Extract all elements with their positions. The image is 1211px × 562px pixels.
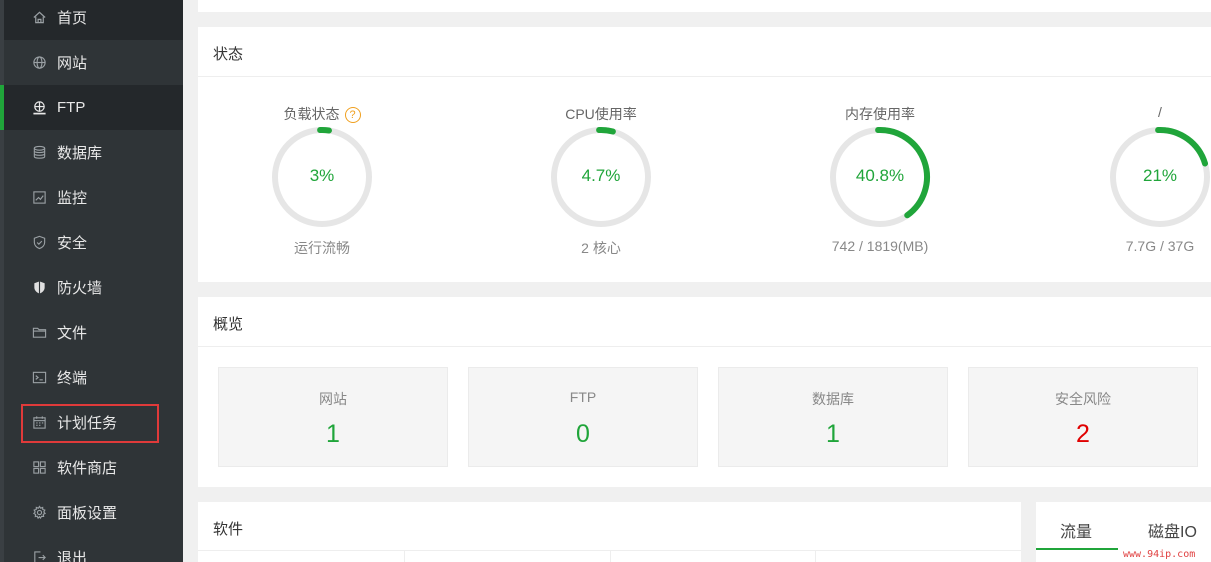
overview-card-website[interactable]: 网站 1	[218, 367, 448, 467]
sidebar-item-label: 监控	[57, 190, 88, 207]
overview-card-label: FTP	[569, 389, 597, 405]
overview-card-security-risk[interactable]: 安全风险 2	[968, 367, 1198, 467]
sidebar-item-label: FTP	[57, 99, 86, 116]
gauge-arc	[1155, 127, 1209, 167]
sidebar-item-label: 面板设置	[57, 505, 118, 522]
sidebar-item-label: 退出	[57, 550, 88, 562]
firewall-icon	[31, 280, 47, 296]
sidebar-item-label: 网站	[57, 55, 88, 72]
database-icon	[31, 145, 47, 161]
gauge-sub: 2 核心	[581, 240, 621, 256]
gauge-sub: 运行流畅	[294, 240, 350, 256]
overview-card-database[interactable]: 数据库 1	[718, 367, 948, 467]
gauge-arc	[596, 127, 616, 135]
sidebar-item-label: 数据库	[57, 145, 103, 162]
gauge-value: 21%	[1142, 166, 1178, 185]
overview-card-label: 安全风险	[1055, 391, 1111, 407]
gauge-value: 3%	[309, 166, 335, 185]
gauge-arc	[317, 127, 332, 134]
sidebar-item-label: 防火墙	[57, 280, 103, 297]
software-column-separator	[404, 550, 405, 562]
sidebar-item-app-store[interactable]: 软件商店	[4, 445, 183, 490]
help-icon[interactable]: ?	[344, 107, 361, 123]
sidebar-item-label: 终端	[57, 370, 88, 387]
overview-card-ftp[interactable]: FTP 0	[468, 367, 698, 467]
status-title: 状态	[213, 46, 244, 63]
logout-icon	[31, 550, 47, 562]
overview-divider	[198, 346, 1211, 347]
sidebar-item-label: 软件商店	[57, 460, 118, 477]
software-column-separator	[610, 550, 611, 562]
shield-icon	[31, 235, 47, 251]
sidebar-item-terminal[interactable]: 终端	[4, 355, 183, 400]
sidebar-item-label: 首页	[57, 10, 88, 27]
sidebar-item-website[interactable]: 网站	[4, 40, 183, 85]
overview-card-label: 数据库	[812, 391, 854, 407]
folder-icon	[31, 325, 47, 341]
sidebar-item-logout[interactable]: 退出	[4, 535, 183, 562]
overview-title: 概览	[213, 316, 244, 333]
software-title: 软件	[213, 521, 244, 538]
tab-disk-io[interactable]: 磁盘IO	[1148, 518, 1197, 542]
sidebar-item-monitor[interactable]: 监控	[4, 175, 183, 220]
sidebar-item-security[interactable]: 安全	[4, 220, 183, 265]
sidebar-item-label: 安全	[57, 235, 88, 252]
sidebar-item-files[interactable]: 文件	[4, 310, 183, 355]
software-column-separator	[815, 550, 816, 562]
overview-card-value[interactable]: 1	[719, 420, 947, 449]
calendar-icon	[31, 415, 47, 431]
overview-card-label: 网站	[319, 391, 347, 407]
tab-traffic[interactable]: 流量	[1060, 518, 1092, 542]
gauge-label: 内存使用率	[845, 106, 915, 122]
gauge-label: /	[1158, 104, 1162, 120]
gauge-disk: / 21% 7.7G / 37G	[1060, 104, 1211, 264]
watermark: www.94ip.com	[1123, 549, 1196, 560]
globe-icon	[31, 55, 47, 71]
sidebar-item-label: 计划任务	[57, 415, 118, 432]
status-divider	[198, 76, 1211, 77]
gauge-label: 负载状态	[283, 106, 340, 122]
sidebar-item-settings[interactable]: 面板设置	[4, 490, 183, 535]
active-tab-underline	[1036, 548, 1118, 550]
sidebar-item-database[interactable]: 数据库	[4, 130, 183, 175]
monitor-icon	[31, 190, 47, 206]
sidebar-item-home[interactable]: 首页	[4, 0, 183, 40]
apps-icon	[31, 460, 47, 476]
top-panel	[198, 0, 1211, 12]
terminal-icon	[31, 370, 47, 386]
gear-icon	[31, 505, 47, 521]
gauge-label: CPU使用率	[565, 106, 637, 122]
gauge-value: 40.8%	[855, 166, 905, 185]
overview-card-value[interactable]: 2	[969, 420, 1197, 449]
home-icon	[31, 10, 47, 26]
sidebar-item-firewall[interactable]: 防火墙	[4, 265, 183, 310]
sidebar-item-ftp[interactable]: FTP	[0, 85, 183, 130]
sidebar-item-cron[interactable]: 计划任务	[4, 400, 183, 445]
overview-card-value[interactable]: 1	[219, 420, 447, 449]
sidebar-item-label: 文件	[57, 325, 88, 342]
gauge-sub: 742 / 1819(MB)	[831, 238, 929, 254]
gauge-value: 4.7%	[581, 166, 621, 185]
overview-card-value[interactable]: 0	[469, 420, 697, 449]
ftp-icon	[31, 100, 47, 116]
gauge-sub: 7.7G / 37G	[1125, 238, 1195, 254]
